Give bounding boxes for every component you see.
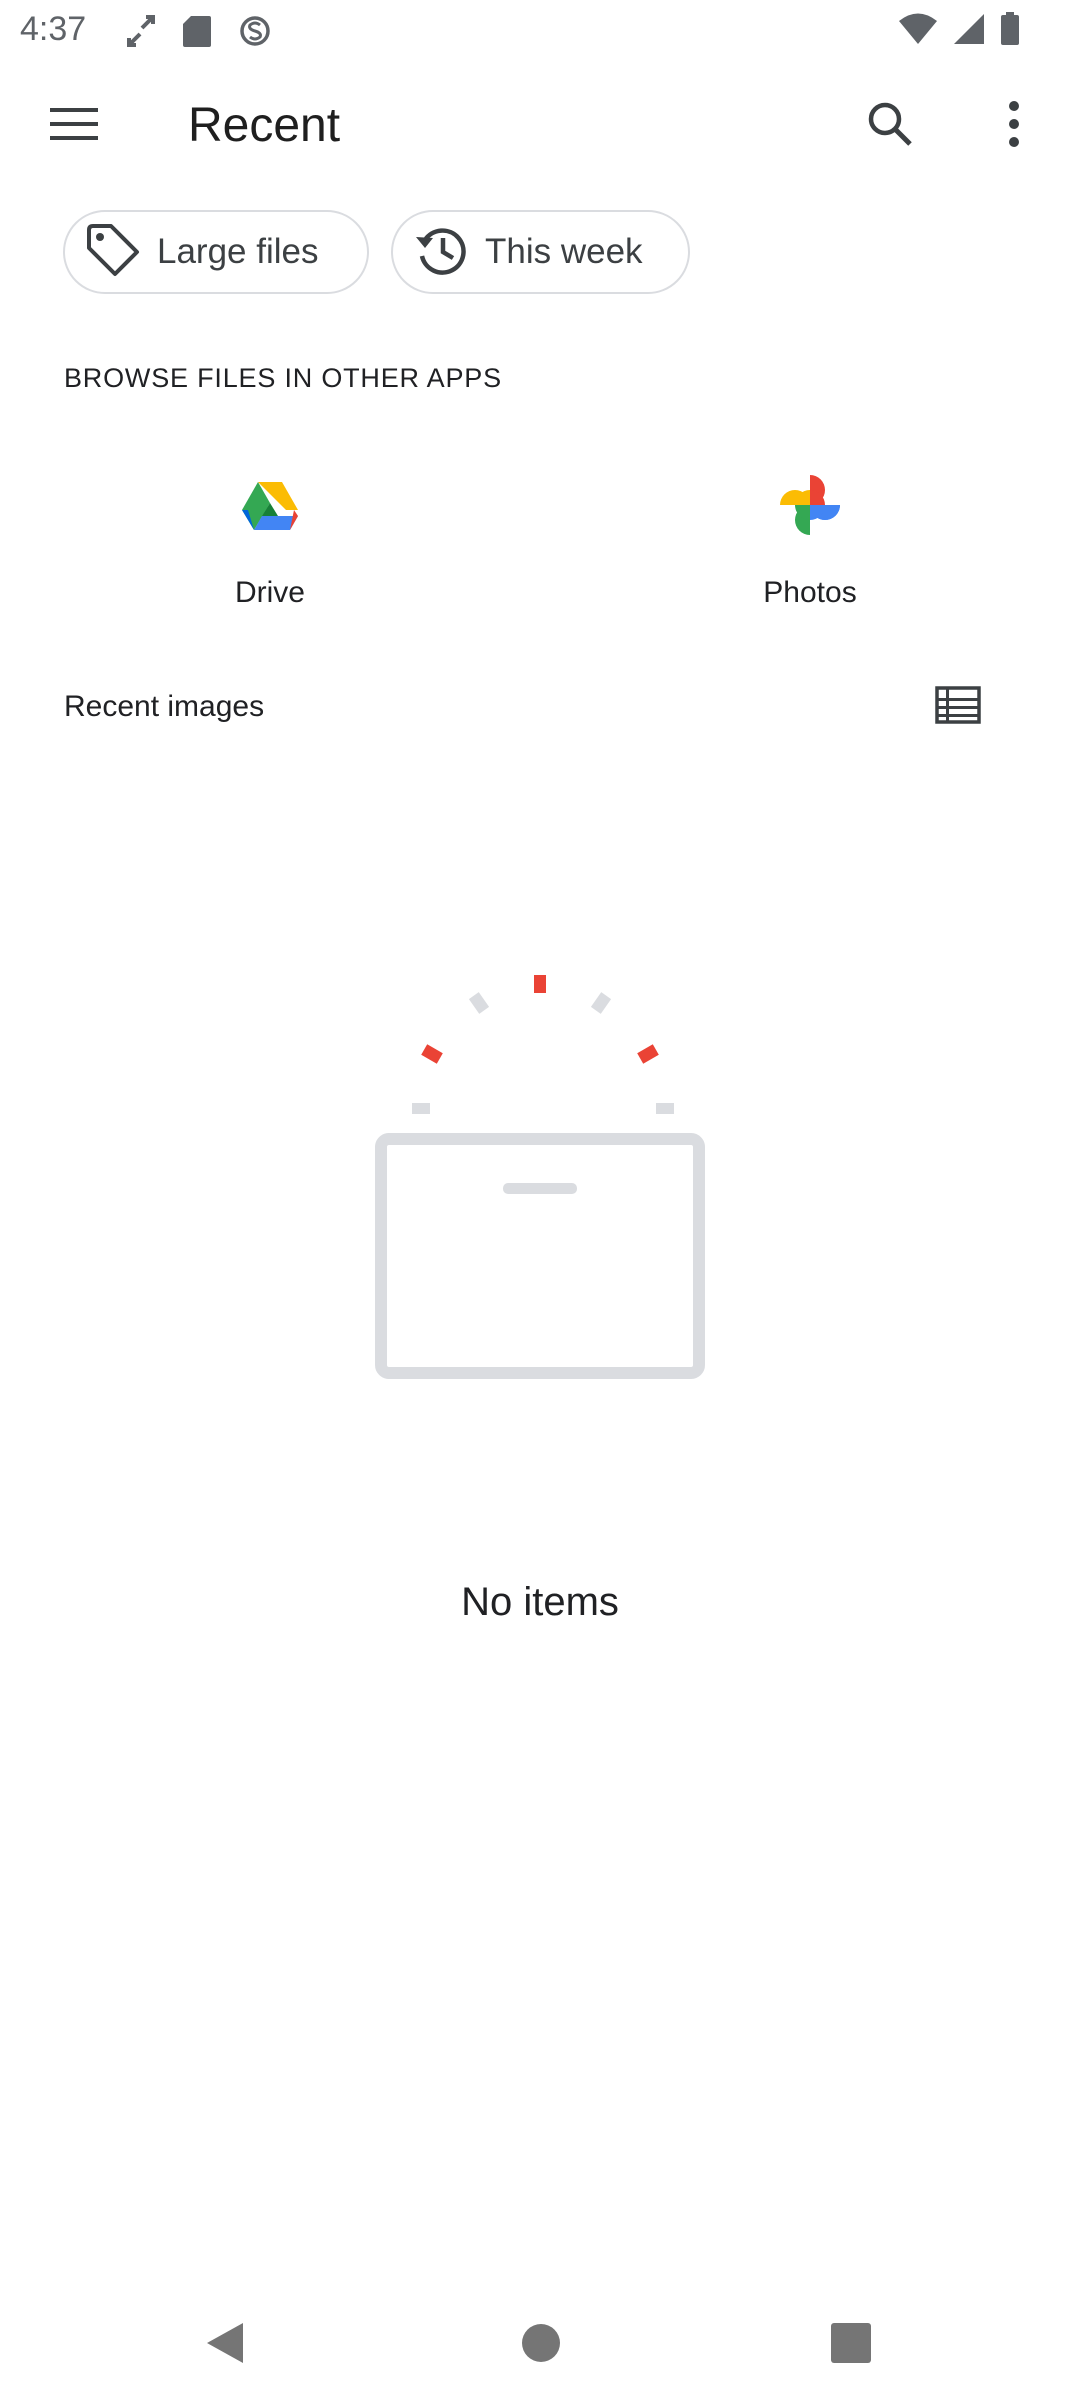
expand-arrows-icon [126, 14, 156, 53]
browse-section-header: BROWSE FILES IN OTHER APPS [64, 363, 502, 393]
history-icon [413, 222, 469, 283]
menu-button[interactable] [40, 92, 108, 160]
cell-signal-icon [952, 12, 986, 51]
empty-state-text: No items [461, 1580, 619, 1624]
nav-recents-button[interactable] [806, 2300, 896, 2390]
app-bar: Recent [0, 64, 1080, 188]
status-bar: 4:37 [0, 0, 1080, 64]
home-circle-icon [519, 2321, 563, 2370]
list-view-icon [935, 685, 981, 729]
search-icon [866, 100, 914, 153]
chip-large-files[interactable]: Large files [63, 210, 369, 294]
more-vert-icon [1007, 100, 1021, 153]
list-view-toggle-button[interactable] [920, 672, 996, 742]
nav-back-button[interactable] [180, 2300, 270, 2390]
chip-this-week-label: This week [485, 232, 643, 271]
tag-icon [85, 222, 141, 283]
nav-home-button[interactable] [496, 2300, 586, 2390]
empty-state-illustration [360, 960, 720, 1390]
photos-shortcut[interactable]: Photos [650, 450, 970, 630]
drive-shortcut[interactable]: Drive [110, 450, 430, 630]
status-right-icons [898, 12, 1020, 51]
recent-images-header: Recent images [64, 690, 265, 723]
chip-this-week[interactable]: This week [391, 210, 690, 294]
hamburger-menu-icon [50, 106, 98, 147]
search-button[interactable] [856, 92, 924, 160]
recents-square-icon [830, 2322, 872, 2369]
page-title: Recent [188, 99, 341, 152]
wifi-icon [898, 12, 938, 51]
battery-icon [1000, 12, 1020, 51]
photos-label: Photos [763, 576, 857, 609]
sd-card-icon [182, 14, 212, 53]
system-nav-bar [0, 2290, 1080, 2400]
back-triangle-icon [203, 2319, 247, 2372]
screen: 4:37 Recent Large files This week BROWSE… [0, 0, 1080, 2400]
drive-label: Drive [234, 576, 305, 609]
status-time: 4:37 [20, 10, 87, 48]
google-drive-icon [235, 470, 305, 540]
chip-large-files-label: Large files [157, 232, 319, 271]
google-photos-icon [775, 470, 845, 540]
s-notification-icon [240, 14, 270, 53]
more-options-button[interactable] [980, 92, 1048, 160]
